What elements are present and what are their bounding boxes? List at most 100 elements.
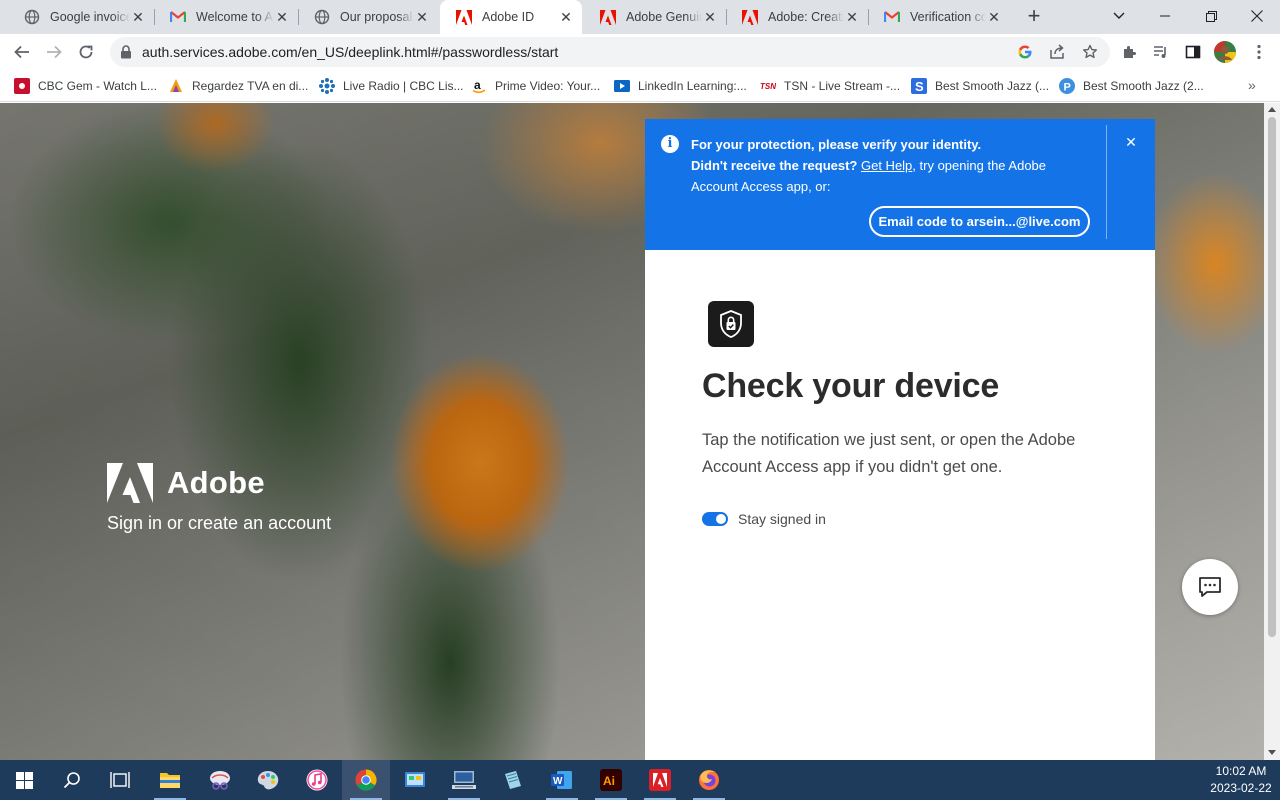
side-panel-button[interactable] (1181, 40, 1205, 64)
bookmark-smooth-jazz-1[interactable]: S Best Smooth Jazz (... (911, 76, 1049, 96)
url-text: auth.services.adobe.com/en_US/deeplink.h… (142, 44, 559, 60)
tab-adobe-id[interactable]: Adobe ID ✕ (440, 0, 582, 34)
clock-date: 2023-02-22 (1210, 781, 1272, 795)
tab-google-invoice[interactable]: Google invoice ✕ (8, 0, 154, 34)
tab-verification-code[interactable]: Verification code ✕ (868, 0, 1010, 34)
google-icon[interactable] (1016, 43, 1034, 61)
gmail-icon (170, 9, 186, 25)
taskbar-paint[interactable] (244, 760, 292, 800)
close-icon[interactable]: ✕ (558, 9, 574, 25)
toast-message: For your protection, please verify your … (691, 134, 1091, 197)
more-vertical-icon (1257, 44, 1261, 60)
close-icon[interactable]: ✕ (130, 9, 146, 25)
bookmark-prime-video[interactable]: a Prime Video: Your... (471, 76, 600, 96)
close-icon (1251, 10, 1263, 22)
illustrator-icon: Ai (600, 769, 622, 791)
svg-text:P: P (1064, 82, 1071, 94)
tab-search-button[interactable] (1096, 0, 1142, 32)
share-icon[interactable] (1048, 43, 1066, 61)
extensions-button[interactable] (1117, 40, 1141, 64)
media-controls-button[interactable] (1149, 40, 1173, 64)
minimize-button[interactable] (1142, 0, 1188, 32)
task-view-button[interactable] (96, 760, 144, 800)
arrow-left-icon (14, 45, 29, 59)
close-icon[interactable]: ✕ (986, 9, 1002, 25)
start-button[interactable] (0, 760, 48, 800)
close-icon[interactable]: ✕ (702, 9, 718, 25)
get-help-link[interactable]: Get Help (861, 158, 912, 173)
bookmark-tsn[interactable]: TSN TSN - Live Stream -... (760, 76, 900, 96)
adobe-icon (456, 9, 472, 25)
back-button[interactable] (10, 40, 34, 64)
toggle-knob (716, 514, 726, 524)
side-panel-icon (1185, 45, 1201, 59)
restore-button[interactable] (1188, 0, 1234, 32)
scrollbar-thumb[interactable] (1268, 117, 1276, 637)
toast-line-1: For your protection, please verify your … (691, 137, 982, 152)
taskbar-search-button[interactable] (48, 760, 96, 800)
email-code-button[interactable]: Email code to arsein...@live.com (869, 206, 1090, 237)
new-tab-button[interactable]: + (1022, 5, 1046, 29)
scroll-down-arrow-icon[interactable] (1268, 750, 1276, 755)
tab-adobe-creative[interactable]: Adobe: Creative ✕ (726, 0, 868, 34)
star-icon[interactable] (1081, 43, 1099, 61)
scroll-up-arrow-icon[interactable] (1268, 107, 1276, 112)
address-bar[interactable]: auth.services.adobe.com/en_US/deeplink.h… (110, 37, 1110, 67)
page-viewport: Adobe Sign in or create an account i For… (0, 103, 1264, 760)
bookmark-label: TSN - Live Stream -... (784, 79, 901, 93)
firefox-icon (699, 770, 719, 790)
tab-welcome-to-adobe[interactable]: Welcome to Adobe ✕ (154, 0, 298, 34)
taskbar-clock[interactable]: 10:02 AM 2023-02-22 (1206, 763, 1276, 797)
windows-logo-icon (15, 771, 33, 789)
stay-signed-in-toggle[interactable] (702, 512, 728, 526)
taskbar-word[interactable]: W (538, 760, 586, 800)
taskbar-notepad[interactable] (489, 760, 537, 800)
page-scrollbar[interactable] (1264, 103, 1280, 760)
tab-our-proposal[interactable]: Our proposal is ✕ (298, 0, 438, 34)
adobe-icon (649, 769, 671, 791)
toast-divider (1106, 125, 1107, 239)
sign-in-card: i For your protection, please verify you… (645, 119, 1155, 760)
bookmark-cbc-gem[interactable]: CBC Gem - Watch L... (14, 76, 157, 96)
close-icon[interactable]: ✕ (274, 9, 290, 25)
arrow-right-icon (47, 45, 62, 59)
taskbar-control-panel[interactable] (391, 760, 439, 800)
bookmark-smooth-jazz-2[interactable]: P Best Smooth Jazz (2... (1059, 76, 1204, 96)
bookmark-linkedin-learning[interactable]: LinkedIn Learning:... (614, 76, 747, 96)
bookmarks-overflow-button[interactable]: » (1248, 77, 1256, 93)
info-icon: i (661, 135, 679, 153)
brand-tagline: Sign in or create an account (107, 513, 332, 533)
taskbar-adobe-cc[interactable] (636, 760, 684, 800)
browser-menu-button[interactable] (1247, 40, 1271, 64)
adobe-icon (742, 9, 758, 25)
reload-icon (79, 45, 93, 59)
folder-icon (160, 773, 180, 788)
tab-adobe-genuine[interactable]: Adobe Genuine ✕ (584, 0, 726, 34)
bookmark-tva[interactable]: Regardez TVA en di... (168, 76, 308, 96)
bookmark-cbc-radio[interactable]: Live Radio | CBC Lis... (319, 76, 464, 96)
taskbar-snip-tool[interactable] (196, 760, 244, 800)
taskbar-illustrator[interactable]: Ai (587, 760, 635, 800)
taskbar-firefox[interactable] (685, 760, 733, 800)
close-window-button[interactable] (1234, 0, 1280, 32)
chat-button[interactable] (1182, 559, 1238, 615)
close-icon[interactable]: ✕ (414, 9, 430, 25)
tab-title: Verification code (910, 10, 986, 24)
linkedin-learning-icon (614, 78, 630, 94)
close-icon[interactable]: ✕ (844, 9, 860, 25)
svg-text:W: W (553, 776, 563, 787)
reload-button[interactable] (74, 40, 98, 64)
taskbar-itunes[interactable] (293, 760, 341, 800)
forward-button[interactable] (42, 40, 66, 64)
stay-signed-in-row: Stay signed in (702, 511, 826, 527)
taskbar-file-explorer[interactable] (146, 760, 194, 800)
taskbar-network-app[interactable] (440, 760, 488, 800)
toast-close-button[interactable]: ✕ (1123, 134, 1139, 150)
puzzle-icon (1124, 46, 1136, 58)
music-queue-icon (1154, 46, 1166, 58)
chrome-icon (355, 769, 377, 791)
taskbar-chrome[interactable] (342, 760, 390, 800)
profile-button[interactable] (1213, 40, 1237, 64)
tab-title: Google invoice (50, 10, 130, 24)
bookmarks-bar: CBC Gem - Watch L... Regardez TVA en di.… (0, 70, 1280, 102)
